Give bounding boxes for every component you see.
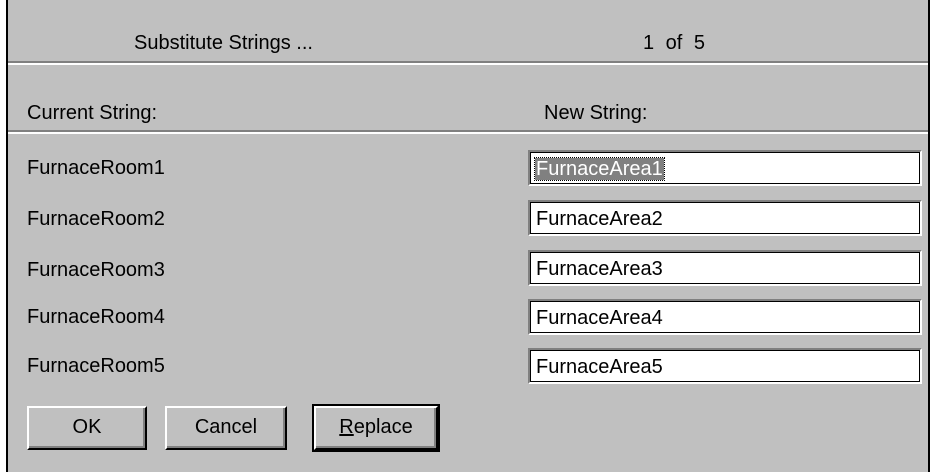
column-header-divider	[8, 130, 928, 134]
current-string-4: FurnaceRoom4	[27, 306, 165, 328]
current-string-1: FurnaceRoom1	[27, 157, 165, 179]
replace-label: eplace	[353, 416, 413, 438]
new-string-field-2[interactable]: FurnaceArea2	[528, 200, 922, 236]
ok-button[interactable]: OK	[27, 406, 147, 450]
page-indicator: 1 of 5	[643, 32, 706, 54]
dialog-header: Substitute Strings ... 1 of 5	[8, 0, 928, 62]
current-string-5: FurnaceRoom5	[27, 355, 165, 377]
substitute-strings-dialog: Substitute Strings ... 1 of 5 Current St…	[6, 0, 930, 472]
header-divider	[8, 61, 928, 65]
new-string-field-4[interactable]: FurnaceArea4	[528, 299, 922, 335]
new-string-value-3: FurnaceArea3	[536, 258, 663, 280]
new-string-value-5: FurnaceArea5	[536, 356, 663, 378]
current-string-header: Current String:	[27, 102, 158, 124]
new-string-field-3[interactable]: FurnaceArea3	[528, 250, 922, 286]
new-string-value-1: FurnaceArea1	[534, 157, 665, 181]
replace-mnemonic: R	[339, 416, 354, 438]
current-string-3: FurnaceRoom3	[27, 259, 165, 281]
new-string-header: New String:	[544, 102, 648, 124]
replace-button[interactable]: Replace	[312, 404, 440, 452]
current-string-2: FurnaceRoom2	[27, 208, 165, 230]
new-string-field-5[interactable]: FurnaceArea5	[528, 348, 922, 384]
cancel-button[interactable]: Cancel	[165, 406, 287, 450]
new-string-value-2: FurnaceArea2	[536, 208, 663, 230]
new-string-value-4: FurnaceArea4	[536, 307, 663, 329]
new-string-field-1[interactable]: FurnaceArea1	[528, 150, 922, 186]
dialog-title: Substitute Strings ...	[134, 32, 313, 54]
